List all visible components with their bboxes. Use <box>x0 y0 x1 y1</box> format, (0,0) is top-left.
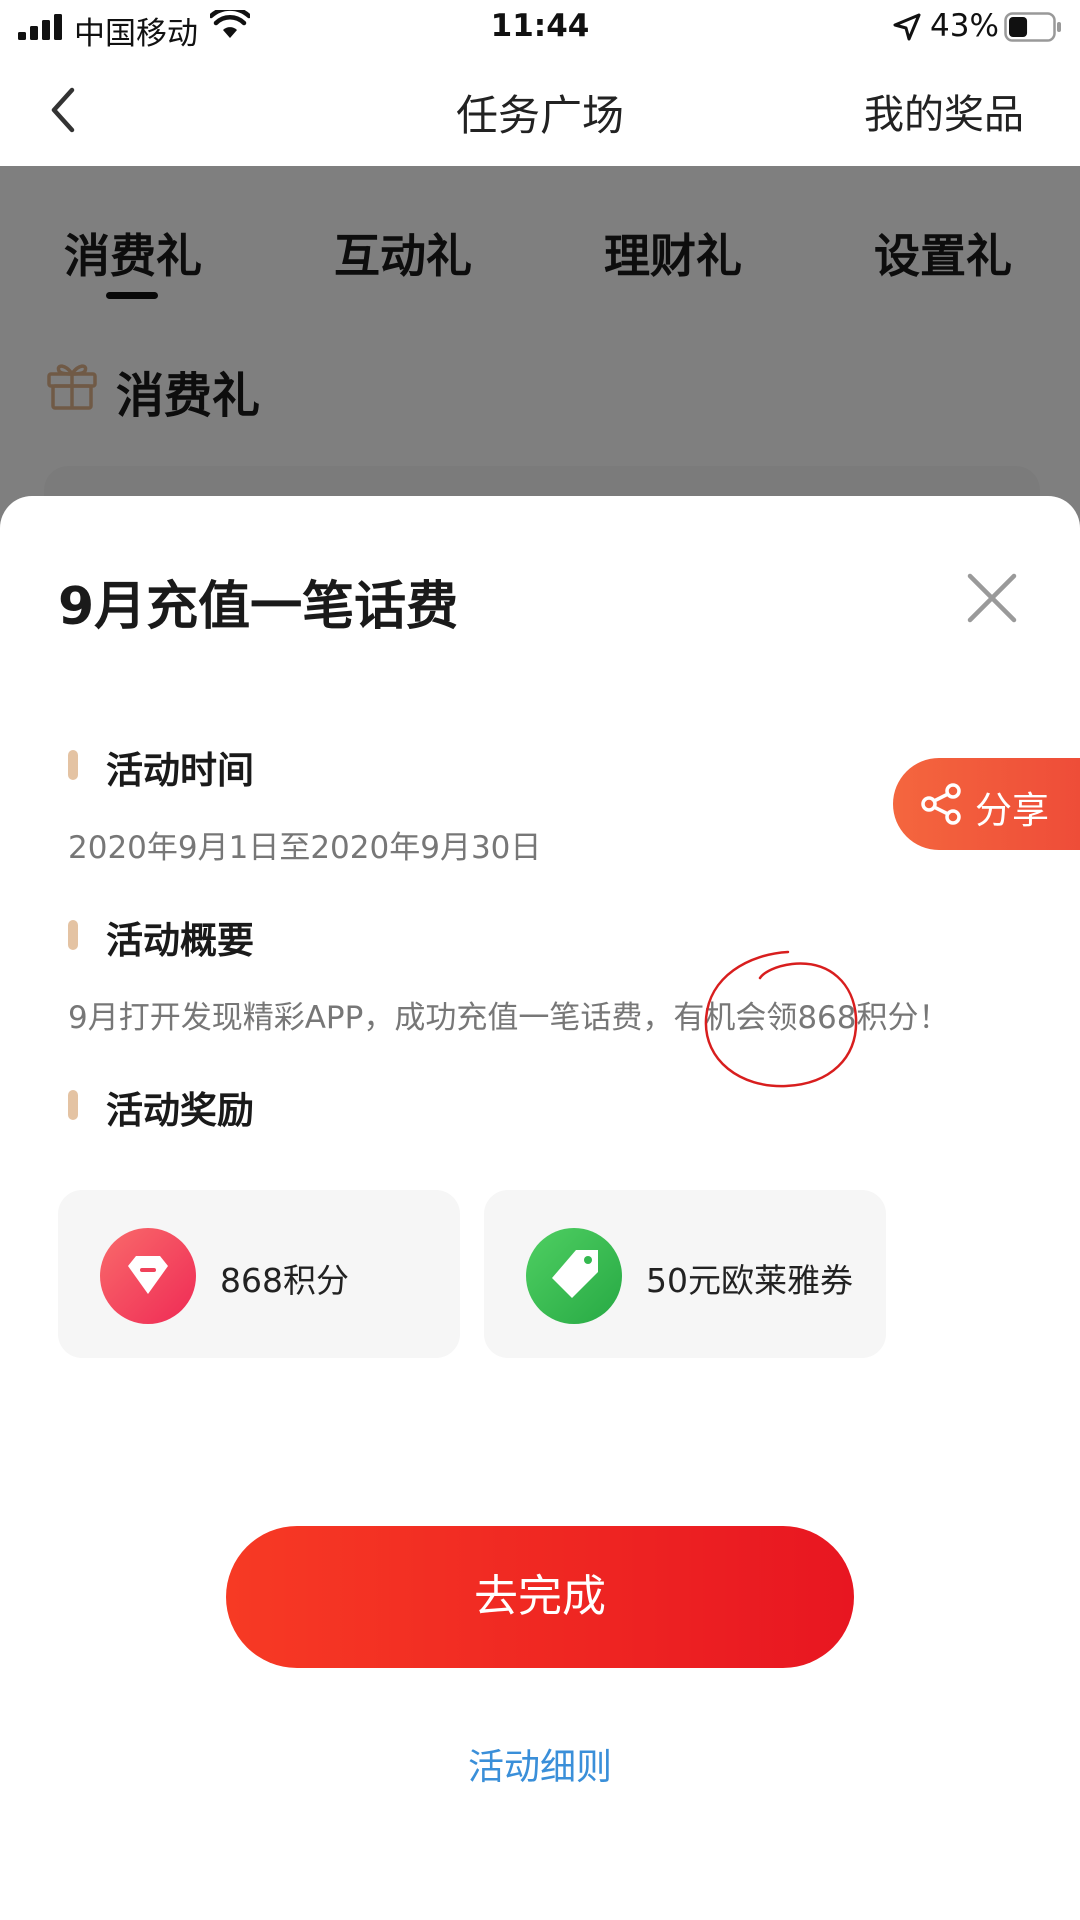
navigation-bar: 任务广场 我的奖品 <box>0 54 1080 166</box>
reward-label: 50元欧莱雅券 <box>646 1261 853 1300</box>
activity-rules-link[interactable]: 活动细则 <box>0 1738 1080 1790</box>
battery-icon <box>1004 12 1061 42</box>
share-button[interactable]: 分享 <box>893 758 1080 850</box>
close-icon[interactable] <box>966 572 1018 624</box>
task-detail-sheet: 9月充值一笔话费 活动时间 2020年9月1日至2020年9月30日 活动概要 … <box>0 496 1080 1920</box>
gem-icon <box>100 1228 196 1324</box>
heading-text: 活动概要 <box>106 919 254 962</box>
activity-summary-text: 9月打开发现精彩APP，成功充值一笔话费，有机会领868积分！ <box>68 1000 950 1036</box>
battery-percentage: 43% <box>930 8 999 44</box>
activity-time-text: 2020年9月1日至2020年9月30日 <box>68 830 542 866</box>
sheet-title: 9月充值一笔话费 <box>58 577 459 637</box>
section-marker <box>68 750 78 780</box>
reward-points: 868积分 <box>58 1190 460 1358</box>
go-complete-button[interactable]: 去完成 <box>226 1526 854 1668</box>
reward-coupon: 50元欧莱雅券 <box>484 1190 886 1358</box>
screen: 中国移动 11:44 43% 任务广场 我的奖品 消费礼 互动礼 理财礼 设置 <box>0 0 1080 1920</box>
share-icon <box>921 783 961 825</box>
section-marker <box>68 920 78 950</box>
status-bar: 中国移动 11:44 43% <box>0 0 1080 54</box>
section-marker <box>68 1090 78 1120</box>
my-prizes-link[interactable]: 我的奖品 <box>864 82 1024 140</box>
reward-label: 868积分 <box>220 1261 349 1300</box>
share-label: 分享 <box>975 789 1049 832</box>
coupon-tag-icon <box>526 1228 622 1324</box>
heading-text: 活动时间 <box>106 749 254 792</box>
location-arrow-icon <box>893 13 921 41</box>
go-complete-label: 去完成 <box>474 1571 606 1622</box>
heading-text: 活动奖励 <box>106 1089 254 1132</box>
